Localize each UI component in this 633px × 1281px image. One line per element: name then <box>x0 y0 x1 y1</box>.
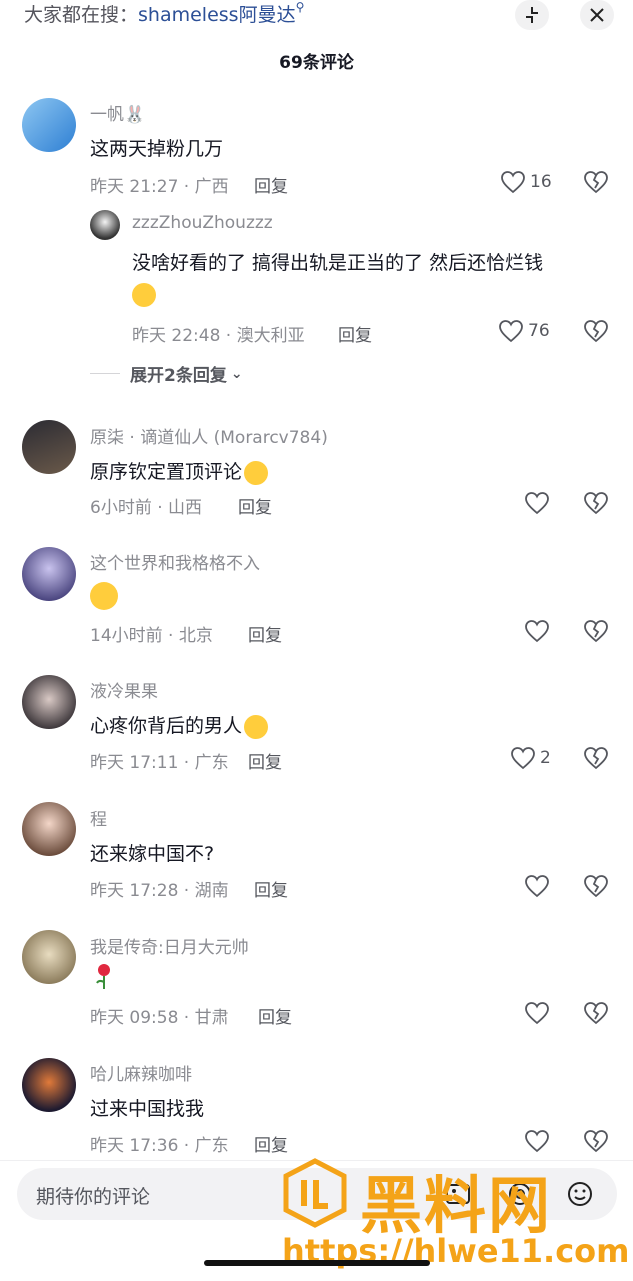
like-count: 2 <box>540 748 551 768</box>
comment-meta: 昨天 17:28 · 湖南 <box>90 881 229 901</box>
expand-replies-button[interactable]: 展开2条回复 ⌄ <box>90 361 243 386</box>
comment-meta: 昨天 17:36 · 广东 <box>90 1136 229 1156</box>
dislike-button[interactable] <box>583 746 609 774</box>
heart-icon <box>525 875 549 898</box>
close-button[interactable] <box>580 0 614 30</box>
top-bar: 大家都在搜：shameless阿曼达⚲ <box>0 0 633 32</box>
close-icon <box>590 8 604 22</box>
heart-icon <box>501 171 525 194</box>
comment-author[interactable]: 这个世界和我格格不入 <box>90 549 260 574</box>
dislike-button[interactable] <box>583 619 609 647</box>
like-count: 76 <box>528 321 550 341</box>
expand-replies-label: 展开2条回复 <box>130 366 227 386</box>
like-button[interactable] <box>524 874 550 898</box>
dislike-button[interactable] <box>583 319 609 347</box>
rose-icon <box>92 962 116 996</box>
reply-button[interactable]: 回复 <box>238 493 272 518</box>
reply-button[interactable]: 回复 <box>248 621 282 646</box>
emoji-picker-icon[interactable] <box>566 1180 594 1212</box>
heart-icon <box>525 620 549 643</box>
collapse-icon <box>526 7 538 23</box>
comment-author[interactable]: zzzZhouZhouzzz <box>132 213 273 233</box>
laughing-emoji <box>132 283 156 307</box>
reply-button[interactable]: 回复 <box>248 748 282 773</box>
avatar[interactable] <box>22 547 76 601</box>
dislike-button[interactable] <box>583 1129 609 1157</box>
broken-heart-icon <box>584 320 608 343</box>
avatar[interactable] <box>22 420 76 474</box>
comment-input-placeholder: 期待你的评论 <box>36 1186 151 1208</box>
watermark-logo <box>282 1158 348 1232</box>
avatar[interactable] <box>22 1058 76 1112</box>
comment-meta: 14小时前 · 北京 <box>90 626 213 646</box>
comment-author[interactable]: 程 <box>90 805 107 830</box>
like-button[interactable]: 2 <box>510 746 551 770</box>
emoji-icon <box>244 714 269 739</box>
broken-heart-icon <box>584 1130 608 1153</box>
comment-meta: 昨天 22:48 · 澳大利亚 <box>132 326 305 346</box>
heart-icon <box>525 1002 549 1025</box>
home-indicator <box>204 1260 430 1266</box>
heart-icon <box>525 492 549 515</box>
broken-heart-icon <box>584 875 608 898</box>
like-button[interactable] <box>524 1001 550 1025</box>
collapse-button[interactable] <box>515 0 549 30</box>
comment-meta: 昨天 09:58 · 甘肃 <box>90 1008 229 1028</box>
like-button[interactable] <box>524 1129 550 1153</box>
comment-text: 心疼你背后的男人 <box>90 711 269 739</box>
broken-heart-icon <box>584 492 608 515</box>
comment-text: 这两天掉粉几万 <box>90 138 224 160</box>
broken-heart-icon <box>584 171 608 194</box>
comment-author[interactable]: 原柒 · 谪道仙人 (Morarcv784) <box>90 423 328 448</box>
reply-button[interactable]: 回复 <box>338 321 372 346</box>
comment-meta: 6小时前 · 山西 <box>90 498 203 518</box>
search-keyword[interactable]: shameless阿曼达 <box>138 4 296 26</box>
reply-button[interactable]: 回复 <box>254 876 288 901</box>
comment-count-title: 69条评论 <box>279 53 354 73</box>
like-count: 16 <box>530 172 552 192</box>
like-button[interactable] <box>524 491 550 515</box>
like-button[interactable]: 16 <box>500 170 552 194</box>
reply-button[interactable]: 回复 <box>254 1131 288 1156</box>
comment-text: 没啥好看的了 搞得出轨是正当的了 然后还恰烂钱 <box>132 252 544 274</box>
comment-author[interactable]: 哈儿麻辣咖啡 <box>90 1060 192 1085</box>
avatar[interactable] <box>22 98 76 152</box>
reply-button[interactable]: 回复 <box>254 172 288 197</box>
comment-text: 原序钦定置顶评论 <box>90 457 269 485</box>
comment-text: 还来嫁中国不? <box>90 843 215 865</box>
heart-icon <box>525 1130 549 1153</box>
broken-heart-icon <box>584 620 608 643</box>
chevron-down-icon: ⌄ <box>230 365 243 382</box>
dislike-button[interactable] <box>583 1001 609 1029</box>
search-prefix: 大家都在搜： <box>24 4 139 26</box>
avatar[interactable] <box>22 675 76 729</box>
starstruck-emoji <box>90 582 118 610</box>
dislike-button[interactable] <box>583 491 609 519</box>
comment-meta: 昨天 17:11 · 广东 <box>90 753 229 773</box>
emoji-icon <box>244 460 269 485</box>
heart-icon <box>511 747 535 770</box>
comment-author[interactable]: 液冷果果 <box>90 677 158 702</box>
search-suggestion[interactable]: 大家都在搜：shameless阿曼达⚲ <box>24 0 304 27</box>
reply-button[interactable]: 回复 <box>258 1003 292 1028</box>
comment-author[interactable]: 一帆🐰 <box>90 100 145 125</box>
comment-author[interactable]: 我是传奇:日月大元帅 <box>90 933 249 958</box>
divider <box>90 373 120 374</box>
comment-text: 过来中国找我 <box>90 1098 205 1120</box>
like-button[interactable] <box>524 619 550 643</box>
dislike-button[interactable] <box>583 874 609 902</box>
avatar[interactable] <box>90 210 120 240</box>
avatar[interactable] <box>22 930 76 984</box>
broken-heart-icon <box>584 747 608 770</box>
avatar[interactable] <box>22 802 76 856</box>
heart-icon <box>499 320 523 343</box>
dislike-button[interactable] <box>583 170 609 198</box>
like-button[interactable]: 76 <box>498 319 550 343</box>
broken-heart-icon <box>584 1002 608 1025</box>
search-icon: ⚲ <box>295 0 305 14</box>
comment-meta: 昨天 21:27 · 广西 <box>90 177 229 197</box>
